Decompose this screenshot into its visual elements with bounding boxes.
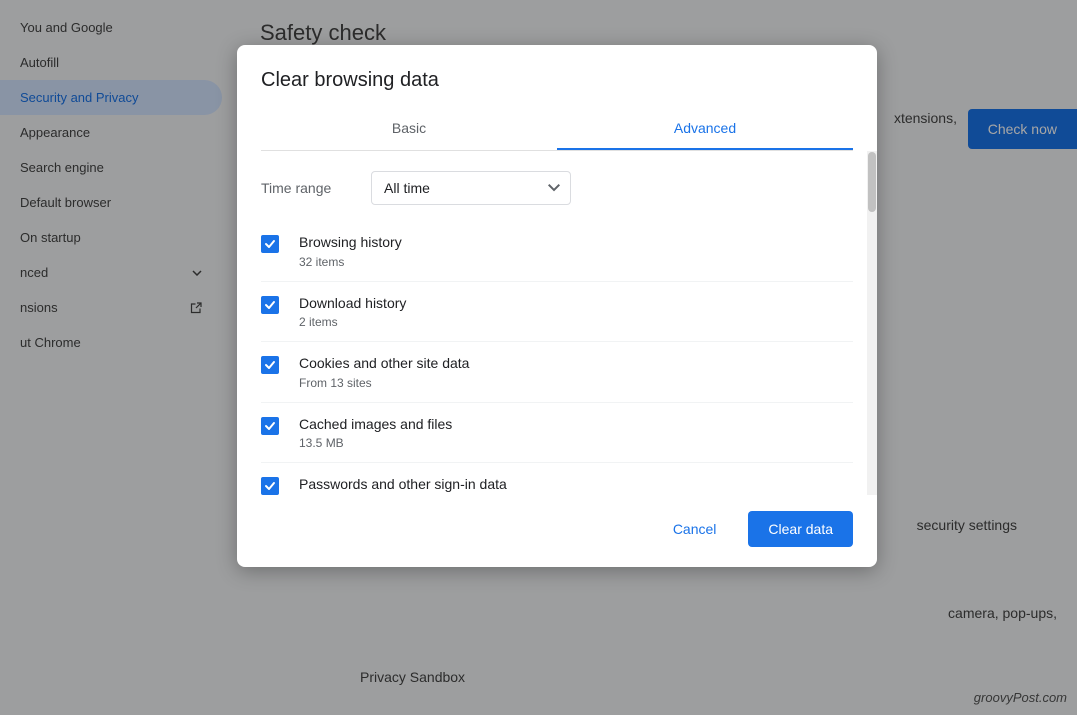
list-item-download-history: Download history 2 items	[261, 282, 853, 343]
clear-data-button[interactable]: Clear data	[748, 511, 853, 547]
checkbox-label: Cached images and files	[299, 415, 452, 435]
checkbox-cookies[interactable]	[261, 356, 279, 374]
checkmark-icon	[264, 238, 276, 250]
time-range-select[interactable]: Last hour Last 24 hours Last 7 days Last…	[371, 171, 571, 205]
checkmark-icon	[264, 480, 276, 492]
checkmark-icon	[264, 299, 276, 311]
tab-advanced[interactable]: Advanced	[557, 108, 853, 150]
checkbox-cached-images[interactable]	[261, 417, 279, 435]
checkbox-sublabel: 2 items	[299, 315, 406, 329]
checkmark-icon	[264, 420, 276, 432]
dialog-header: Clear browsing data Basic Advanced	[237, 45, 877, 151]
tab-basic[interactable]: Basic	[261, 108, 557, 150]
checkbox-sublabel: 32 items	[299, 255, 402, 269]
checkbox-sublabel: 13.5 MB	[299, 436, 452, 450]
checkbox-passwords[interactable]	[261, 477, 279, 495]
checkbox-browsing-history[interactable]	[261, 235, 279, 253]
dialog-tabs: Basic Advanced	[261, 108, 853, 151]
checkbox-label: Cookies and other site data	[299, 354, 469, 374]
time-range-row: Time range Last hour Last 24 hours Last …	[261, 151, 853, 221]
list-item-passwords: Passwords and other sign-in data	[261, 463, 853, 495]
list-item-cached-images: Cached images and files 13.5 MB	[261, 403, 853, 464]
cancel-button[interactable]: Cancel	[653, 511, 737, 547]
time-range-label: Time range	[261, 180, 351, 196]
list-item-cookies: Cookies and other site data From 13 site…	[261, 342, 853, 403]
clear-browsing-data-dialog: Clear browsing data Basic Advanced Time …	[237, 45, 877, 567]
dialog-footer: Cancel Clear data	[237, 495, 877, 547]
scrollbar-track[interactable]	[867, 151, 877, 495]
checkbox-label: Browsing history	[299, 233, 402, 253]
checkbox-label: Passwords and other sign-in data	[299, 475, 507, 495]
list-item-browsing-history: Browsing history 32 items	[261, 221, 853, 282]
checkbox-download-history[interactable]	[261, 296, 279, 314]
scrollbar-thumb[interactable]	[868, 152, 876, 212]
checkmark-icon	[264, 359, 276, 371]
checkbox-label: Download history	[299, 294, 406, 314]
dialog-body: Time range Last hour Last 24 hours Last …	[237, 151, 877, 495]
dialog-title: Clear browsing data	[261, 69, 853, 92]
checkbox-sublabel: From 13 sites	[299, 376, 469, 390]
